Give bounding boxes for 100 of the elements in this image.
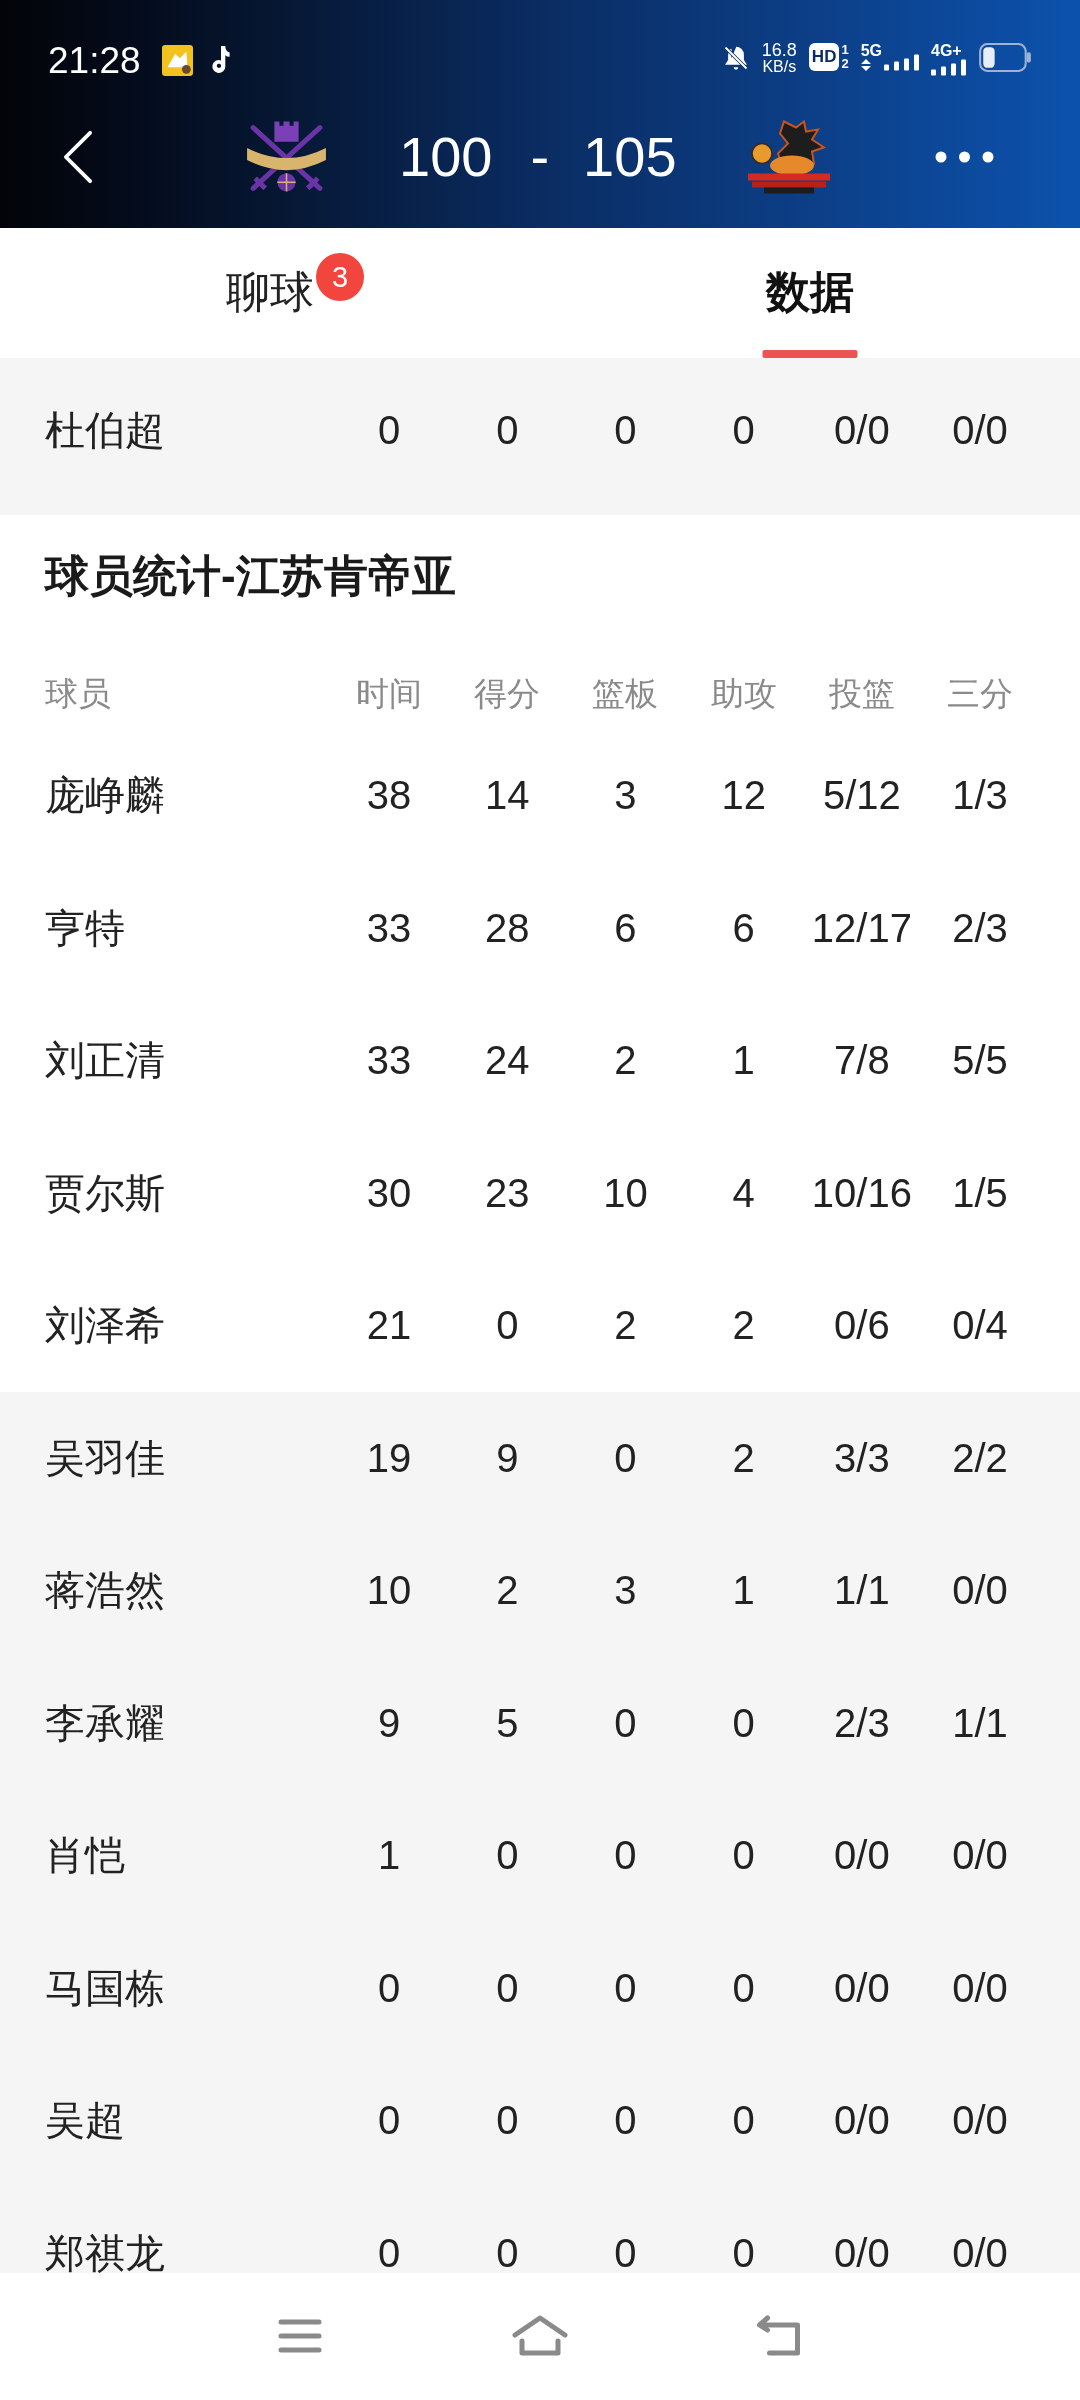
table-cell: 2/2: [952, 1437, 1008, 1478]
table-cell: 0: [732, 1835, 755, 1876]
table-cell: 1: [732, 1040, 755, 1081]
table-cell: 0: [732, 1702, 755, 1743]
score-separator: -: [530, 127, 550, 187]
table-cell: 0: [732, 410, 755, 451]
column-header: 球员: [45, 676, 111, 712]
sim-number: 1: [841, 43, 849, 57]
table-cell: 0/0: [952, 1570, 1008, 1611]
hd-badge: HD: [808, 43, 840, 71]
player-name: 郑祺龙: [45, 2232, 165, 2273]
table-cell: 0: [614, 1835, 637, 1876]
table-cell: 0: [496, 2100, 519, 2141]
player-name: 刘泽希: [45, 1305, 165, 1346]
table-cell: 0/0: [834, 410, 890, 451]
table-cell: 3: [614, 1570, 637, 1611]
table-cell: 10/16: [811, 1172, 912, 1213]
table-cell: 10: [366, 1570, 412, 1611]
table-cell: 33: [366, 907, 412, 948]
mute-icon: [721, 44, 750, 72]
table-cell: 0/4: [952, 1305, 1008, 1346]
table-cell: 2: [614, 1305, 637, 1346]
table-cell: 0/0: [952, 1835, 1008, 1876]
table-cell: 33: [366, 1040, 412, 1081]
table-cell: 2: [614, 1040, 637, 1081]
away-score: 105: [583, 127, 677, 187]
player-name: 刘正清: [45, 1040, 165, 1081]
table-cell: 1: [732, 1570, 755, 1611]
network-type: 4G+: [931, 42, 962, 59]
table-cell: 0/0: [952, 410, 1008, 451]
unread-badge: 3: [316, 253, 364, 301]
tab[interactable]: 聊球 3: [0, 228, 540, 358]
column-header: 篮板: [592, 676, 659, 712]
table-cell: 4: [732, 1172, 755, 1213]
table-cell: 14: [485, 775, 530, 816]
table-cell: 5/12: [822, 775, 901, 816]
column-header: 时间: [356, 676, 423, 712]
status-time: 21:28: [48, 42, 141, 79]
table-cell: 0: [614, 1967, 637, 2008]
table-cell: 5/5: [952, 1040, 1008, 1081]
network-speed-value: 16.8: [761, 42, 797, 59]
app-icon: [161, 45, 193, 76]
table-cell: 7/8: [834, 1040, 890, 1081]
table-cell: 9: [377, 1702, 401, 1743]
table-cell: 2/3: [834, 1702, 890, 1743]
sim-number: 2: [841, 57, 849, 71]
table-cell: 1/5: [952, 1172, 1008, 1213]
player-name: 贾尔斯: [45, 1172, 165, 1213]
tab[interactable]: 数据: [540, 228, 1080, 358]
signal-icon: [884, 54, 919, 71]
column-header: 得分: [474, 676, 541, 712]
table-cell: 1/1: [834, 1570, 890, 1611]
table-cell: 2: [732, 1437, 755, 1478]
player-name: 吴羽佳: [45, 1437, 165, 1478]
table-cell: 30: [366, 1172, 412, 1213]
table-cell: 3/3: [834, 1437, 890, 1478]
home-score: 100: [399, 127, 493, 187]
table-cell: 5: [496, 1702, 519, 1743]
table-cell: 12: [721, 775, 766, 816]
table-cell: 1: [377, 1835, 401, 1876]
table-cell: 38: [366, 775, 412, 816]
player-name: 杜伯超: [45, 410, 165, 451]
table-cell: 6: [732, 907, 755, 948]
table-cell: 9: [496, 1437, 519, 1478]
table-cell: 19: [366, 1437, 412, 1478]
table-cell: 1/1: [952, 1702, 1008, 1743]
table-cell: 0: [496, 410, 519, 451]
player-name: 蒋浩然: [45, 1570, 165, 1611]
table-cell: 3: [614, 775, 637, 816]
data-arrows-icon: [860, 59, 871, 71]
table-cell: 23: [485, 1172, 530, 1213]
column-header: 投篮: [828, 676, 895, 712]
table-cell: 0: [377, 2100, 401, 2141]
table-cell: 2/3: [952, 907, 1008, 948]
menu-icon[interactable]: [278, 2317, 322, 2354]
music-note-icon: [209, 46, 232, 74]
table-cell: 6: [614, 907, 637, 948]
table-cell: 12/17: [811, 907, 912, 948]
table-cell: 2: [496, 1570, 519, 1611]
table-cell: 1/3: [952, 775, 1008, 816]
player-name: 亨特: [45, 907, 125, 948]
player-name: 李承耀: [45, 1702, 165, 1743]
table-cell: 0/0: [834, 1967, 890, 2008]
table-cell: 0: [732, 1967, 755, 2008]
table-cell: 0: [496, 1835, 519, 1876]
player-name: 吴超: [45, 2100, 125, 2141]
table-cell: 0/6: [834, 1305, 890, 1346]
table-cell: 0: [496, 1967, 519, 2008]
table-cell: 21: [366, 1305, 412, 1346]
player-name: 马国栋: [45, 1967, 165, 2008]
column-header: 助攻: [710, 676, 777, 712]
column-header: 三分: [947, 676, 1014, 712]
table-cell: 0: [377, 410, 401, 451]
back-icon[interactable]: [62, 129, 93, 185]
table-cell: 0/0: [834, 2100, 890, 2141]
more-icon[interactable]: [934, 151, 994, 163]
home-icon[interactable]: [512, 2314, 568, 2357]
table-cell: 24: [485, 1040, 530, 1081]
section-title: 球员统计-江苏肯帝亚: [45, 551, 456, 601]
table-cell: 10: [603, 1172, 648, 1213]
